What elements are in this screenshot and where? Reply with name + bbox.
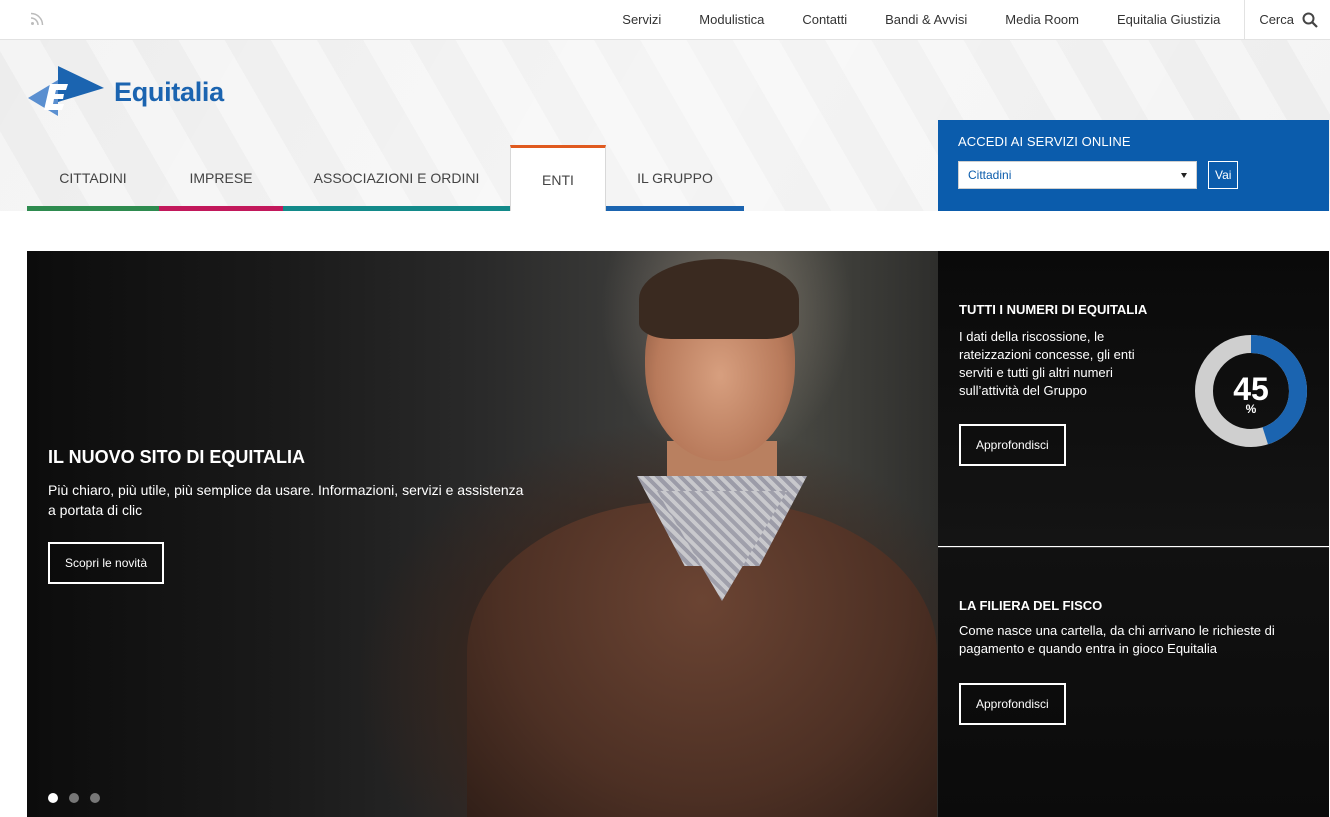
logo[interactable]: Equitalia [28,64,224,120]
nav-color-bar [606,206,744,211]
nav-tab-enti[interactable]: ENTI [510,145,606,211]
equitalia-logo-icon [28,66,104,116]
top-link-contatti[interactable]: Contatti [783,0,866,39]
online-services-row: Cittadini Vai [958,161,1309,189]
search-label: Cerca [1259,12,1294,27]
dropdown-arrow-icon [1181,172,1187,178]
tax-chain-description: Come nasce una cartella, da chi arrivano… [959,623,1275,656]
nav-color-bar [27,206,159,211]
gauge-unit: % [1246,402,1257,416]
numbers-more-button[interactable]: Approfondisci [959,424,1066,466]
nav-tab-label: IL GRUPPO [637,170,713,186]
discover-news-button[interactable]: Scopri le novità [48,542,165,584]
nav-tab-cittadini[interactable]: CITTADINI [27,145,159,211]
nav-tab-label: CITTADINI [59,170,127,186]
hero-carousel: IL NUOVO SITO DI EQUITALIA Più chiaro, p… [27,251,938,817]
top-links: Servizi Modulistica Contatti Bandi & Avv… [603,0,1318,39]
nav-tab-label: ASSOCIAZIONI E ORDINI [313,170,480,186]
top-link-media-room[interactable]: Media Room [986,0,1098,39]
hero-title: IL NUOVO SITO DI EQUITALIA [48,447,306,467]
numbers-panel: TUTTI I NUMERI DI EQUITALIA I dati della… [938,251,1329,546]
top-link-modulistica[interactable]: Modulistica [680,0,783,39]
hero-photo-hair [639,259,799,339]
nav-tab-il-gruppo[interactable]: IL GRUPPO [606,145,744,211]
rss-icon[interactable] [30,12,44,26]
go-button[interactable]: Vai [1208,161,1239,189]
nav-color-bar [283,206,510,211]
carousel-dots [48,793,111,803]
online-services-title: ACCEDI AI SERVIZI ONLINE [958,134,1131,149]
carousel-dot-1[interactable] [48,793,58,803]
nav-tab-imprese[interactable]: IMPRESE [159,145,283,211]
search-icon [1302,12,1318,28]
top-utility-bar: Servizi Modulistica Contatti Bandi & Avv… [0,0,1330,40]
logo-text: Equitalia [114,76,224,107]
top-link-bandi-avvisi[interactable]: Bandi & Avvisi [866,0,986,39]
nav-tab-associazioni-ordini[interactable]: ASSOCIAZIONI E ORDINI [283,145,510,211]
carousel-dot-2[interactable] [69,793,79,803]
user-type-select[interactable]: Cittadini [958,161,1197,189]
user-type-selected: Cittadini [968,168,1012,182]
tax-chain-panel: LA FILIERA DEL FISCO Come nasce una cart… [938,547,1329,817]
numbers-panel-description: I dati della riscossione, le rateizzazio… [959,329,1135,398]
tax-chain-title: LA FILIERA DEL FISCO [959,598,1103,613]
top-link-servizi[interactable]: Servizi [603,0,680,39]
nav-tab-label: IMPRESE [189,170,253,186]
carousel-dot-3[interactable] [90,793,100,803]
hero-description: Più chiaro, più utile, più semplice da u… [48,482,524,518]
tax-chain-more-button[interactable]: Approfondisci [959,683,1066,725]
main-nav: CITTADINI IMPRESE ASSOCIAZIONI E ORDINI … [27,145,744,211]
online-services-box: ACCEDI AI SERVIZI ONLINE Cittadini Vai [938,120,1329,211]
numbers-panel-title: TUTTI I NUMERI DI EQUITALIA [959,302,1148,317]
search-button[interactable]: Cerca [1245,12,1318,28]
hero-text: IL NUOVO SITO DI EQUITALIA Più chiaro, p… [48,447,528,584]
percentage-gauge: 45 % [1195,335,1307,447]
top-link-equitalia-giustizia[interactable]: Equitalia Giustizia [1098,0,1239,39]
nav-color-bar [159,206,283,211]
nav-tab-label: ENTI [542,171,574,188]
